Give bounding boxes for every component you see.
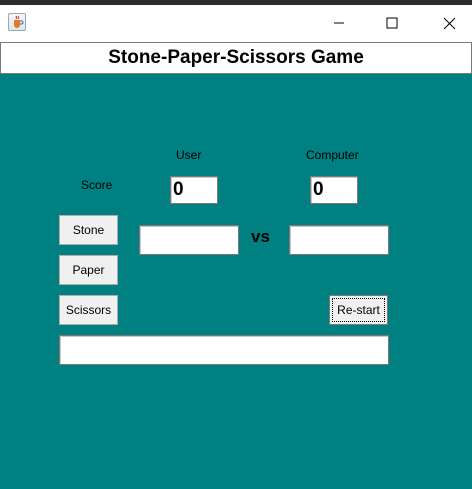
- result-field[interactable]: [59, 335, 389, 365]
- computer-choice-field[interactable]: [289, 225, 389, 255]
- game-title-field: Stone-Paper-Scissors Game: [0, 42, 472, 74]
- user-choice-field[interactable]: [139, 225, 239, 255]
- app-window: Stone-Paper-Scissors Game User Computer …: [0, 0, 472, 489]
- title-bar[interactable]: [0, 5, 472, 41]
- java-cup-icon[interactable]: [8, 13, 26, 31]
- maximize-button[interactable]: [369, 5, 415, 41]
- maximize-icon: [386, 17, 398, 29]
- paper-button[interactable]: Paper: [59, 255, 118, 285]
- restart-button[interactable]: Re-start: [329, 295, 388, 325]
- game-title: Stone-Paper-Scissors Game: [108, 47, 364, 68]
- close-icon: [443, 17, 455, 29]
- user-label: User: [176, 148, 202, 162]
- minimize-icon: [334, 22, 344, 24]
- scissors-button[interactable]: Scissors: [59, 295, 118, 325]
- score-label: Score: [81, 178, 113, 192]
- minimize-button[interactable]: [316, 5, 362, 41]
- computer-label: Computer: [306, 148, 359, 162]
- close-button[interactable]: [426, 5, 472, 41]
- user-score-field[interactable]: 0: [170, 176, 218, 204]
- computer-score-field[interactable]: 0: [310, 176, 358, 204]
- vs-label: vs: [251, 227, 270, 246]
- stone-button[interactable]: Stone: [59, 215, 118, 245]
